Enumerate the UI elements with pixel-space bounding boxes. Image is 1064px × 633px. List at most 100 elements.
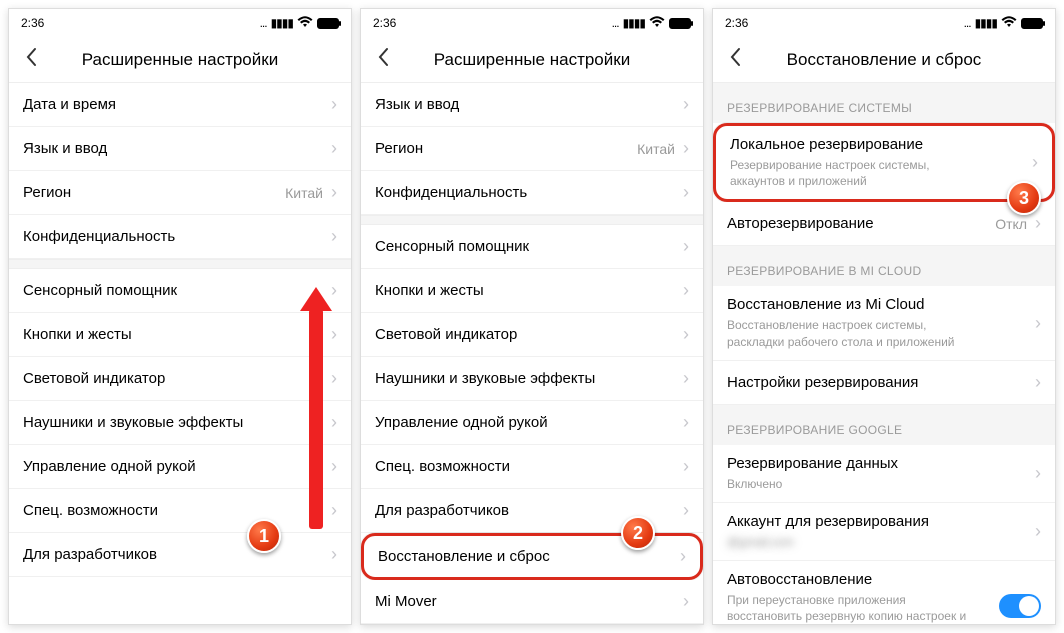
step-badge-2: 2	[621, 516, 655, 550]
row-label: Локальное резервирование	[730, 136, 980, 153]
back-button[interactable]	[369, 43, 397, 77]
chevron-right-icon: ›	[331, 226, 337, 247]
settings-row[interactable]: Резервирование данных Включено ›	[713, 445, 1055, 503]
signal-dots-icon: ...	[612, 16, 619, 30]
row-label: Автовосстановление	[727, 571, 977, 588]
row-left: Аккаунт для резервирования@gmail.com	[727, 513, 929, 550]
settings-row[interactable]: Дата и время›	[9, 83, 351, 127]
list-divider	[361, 215, 703, 225]
settings-row[interactable]: Язык и ввод ›	[9, 127, 351, 171]
scroll-up-arrow	[309, 309, 323, 529]
row-label: Сенсорный помощник	[23, 282, 177, 299]
row-label: Конфиденциальность	[375, 184, 527, 201]
row-label: Кнопки и жесты	[23, 326, 132, 343]
row-right: ›	[683, 368, 689, 389]
settings-row[interactable]: Световой индикатор ›	[9, 357, 351, 401]
settings-row[interactable]: Язык и ввод›	[361, 83, 703, 127]
step-badge-1: 1	[247, 519, 281, 553]
settings-row[interactable]: Конфиденциальность›	[9, 215, 351, 259]
settings-row[interactable]: Mi Mover›	[361, 580, 703, 624]
row-right: ›	[683, 412, 689, 433]
settings-row[interactable]: РегионКитай›	[9, 171, 351, 215]
settings-row[interactable]: Для разработчиков ›	[9, 533, 351, 577]
row-left: Наушники и звуковые эффекты	[23, 414, 243, 431]
row-right: ›	[1035, 463, 1041, 484]
row-label: Регион	[375, 140, 423, 157]
settings-row[interactable]: Кнопки и жесты›	[361, 269, 703, 313]
signal-bars-icon: ▮▮▮▮	[975, 16, 997, 30]
row-right: ›	[1032, 152, 1038, 173]
settings-row[interactable]: Наушники и звуковые эффекты ›	[361, 357, 703, 401]
settings-row[interactable]: Кнопки и жесты›	[9, 313, 351, 357]
row-label: Спец. возможности	[375, 458, 510, 475]
settings-row[interactable]: Световой индикатор ›	[361, 313, 703, 357]
settings-list: Дата и время›Язык и ввод›РегионКитай›Кон…	[9, 83, 351, 624]
toggle-switch[interactable]	[999, 594, 1041, 618]
row-right: ›	[683, 280, 689, 301]
chevron-right-icon: ›	[1035, 372, 1041, 393]
phone-screen-2: 2:36...▮▮▮▮Расширенные настройкиЯзык и в…	[360, 8, 704, 625]
row-left: Язык и ввод	[23, 140, 107, 157]
chevron-right-icon: ›	[1035, 463, 1041, 484]
row-label: Дата и время	[23, 96, 116, 113]
settings-row[interactable]: Восстановление из Mi Cloud Восстановление…	[713, 286, 1055, 360]
row-right: ›	[331, 456, 337, 477]
row-left: Язык и ввод	[375, 96, 459, 113]
settings-row[interactable]: Спец. возможности›	[9, 489, 351, 533]
row-label: Световой индикатор	[23, 370, 165, 387]
signal-dots-icon: ...	[964, 16, 971, 30]
settings-row[interactable]: Управление одной рукой ›	[9, 445, 351, 489]
back-button[interactable]	[17, 43, 45, 77]
settings-row[interactable]: АвторезервированиеОткл›	[713, 202, 1055, 246]
row-subtitle: Восстановление настроек системы, расклад…	[727, 317, 977, 349]
settings-row[interactable]: Сенсорный помощник›	[361, 225, 703, 269]
chevron-right-icon: ›	[683, 500, 689, 521]
row-left: Восстановление и сброс	[378, 548, 550, 565]
row-right: ›	[331, 138, 337, 159]
chevron-right-icon: ›	[331, 138, 337, 159]
row-left: Для разработчиков	[23, 546, 157, 563]
settings-row[interactable]: Управление одной рукой›	[361, 401, 703, 445]
settings-row[interactable]: Локальное резервированиеРезервирование н…	[713, 123, 1055, 202]
phone-screen-1: 2:36...▮▮▮▮Расширенные настройкиДата и в…	[8, 8, 352, 625]
row-subtitle: Включено	[727, 476, 898, 492]
row-right: ›	[331, 544, 337, 565]
row-label: Язык и ввод	[23, 140, 107, 157]
settings-row[interactable]: Наушники и звуковые эффекты›	[9, 401, 351, 445]
row-right: ›	[331, 368, 337, 389]
status-bar: 2:36...▮▮▮▮	[361, 9, 703, 37]
section-header: РЕЗЕРВИРОВАНИЕ СИСТЕМЫ	[713, 83, 1055, 123]
row-right: ›	[683, 324, 689, 345]
page-title: Восстановление и сброс	[787, 50, 982, 70]
row-label: Резервирование данных	[727, 455, 898, 472]
battery-icon	[317, 18, 339, 29]
row-left: Спец. возможности	[375, 458, 510, 475]
row-label: Восстановление из Mi Cloud	[727, 296, 977, 313]
row-value: Китай	[285, 185, 323, 201]
row-right: ›	[683, 236, 689, 257]
chevron-right-icon: ›	[683, 236, 689, 257]
settings-row[interactable]: Аккаунт для резервирования@gmail.com ›	[713, 503, 1055, 561]
screen-header: Восстановление и сброс	[713, 37, 1055, 83]
settings-row[interactable]: Настройки резервирования›	[713, 361, 1055, 405]
back-button[interactable]	[721, 43, 749, 77]
row-left: Кнопки и жесты	[23, 326, 132, 343]
status-icons: ...▮▮▮▮	[260, 16, 339, 31]
row-right: ›	[683, 182, 689, 203]
row-right: ›	[680, 546, 686, 567]
settings-row[interactable]: АвтовосстановлениеПри переустановке прил…	[713, 561, 1055, 624]
chevron-right-icon: ›	[680, 546, 686, 567]
wifi-icon	[1001, 16, 1017, 31]
settings-row[interactable]: Конфиденциальность ›	[361, 171, 703, 215]
settings-row[interactable]: Спец. возможности›	[361, 445, 703, 489]
wifi-icon	[649, 16, 665, 31]
row-left: Наушники и звуковые эффекты	[375, 370, 595, 387]
row-label: Световой индикатор	[375, 326, 517, 343]
row-right: Китай›	[637, 138, 689, 159]
row-left: Управление одной рукой	[23, 458, 196, 475]
row-right: ›	[1035, 521, 1041, 542]
status-bar: 2:36...▮▮▮▮	[9, 9, 351, 37]
settings-row[interactable]: Регион Китай›	[361, 127, 703, 171]
status-time: 2:36	[725, 16, 748, 30]
row-right: ›	[331, 226, 337, 247]
